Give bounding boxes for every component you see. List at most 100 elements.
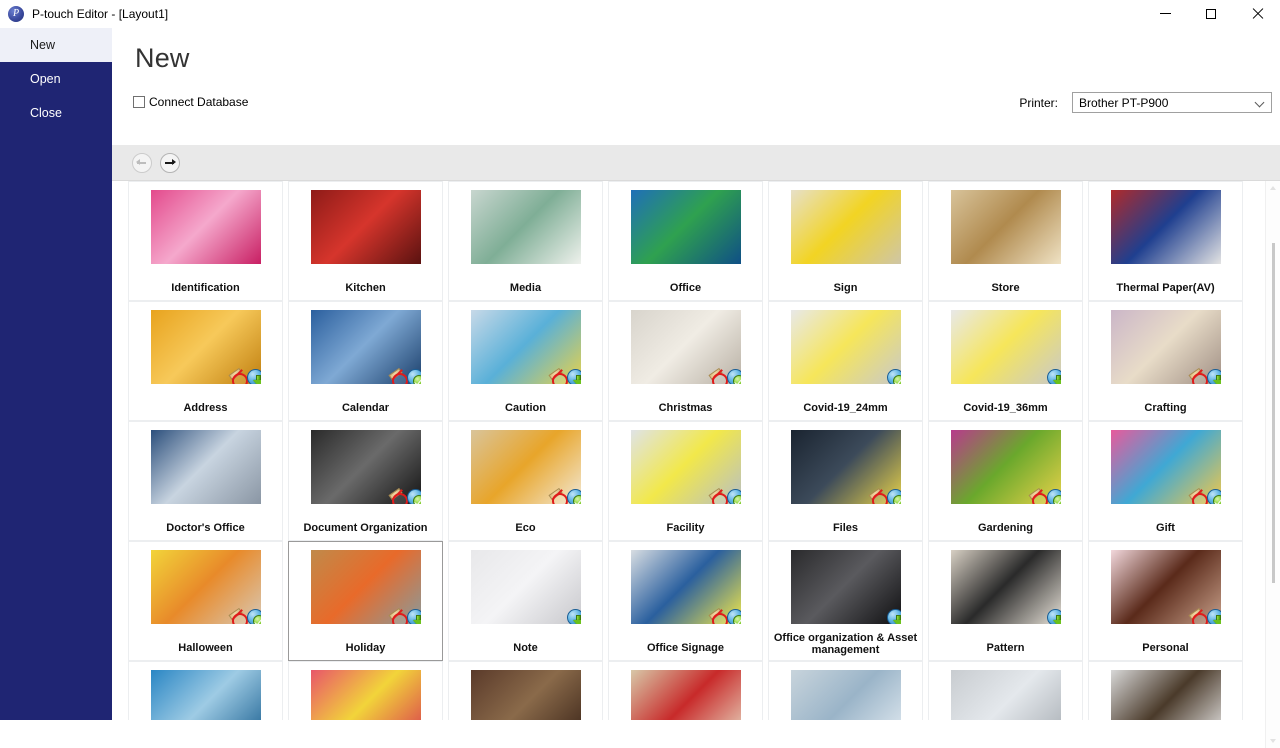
category-tile[interactable]: Address	[128, 301, 283, 421]
window-controls	[1142, 0, 1280, 28]
sidebar-item-close[interactable]: Close	[0, 96, 112, 130]
sidebar: New Open Close	[0, 28, 112, 720]
maximize-button[interactable]	[1188, 0, 1234, 28]
badge-group	[1046, 609, 1061, 624]
category-tile[interactable]: Covid-19_36mm	[928, 301, 1083, 421]
category-tile[interactable]: Caution	[448, 301, 603, 421]
thumbnail-image	[150, 430, 261, 504]
category-tile[interactable]: Files	[768, 421, 923, 541]
category-thumbnail	[1110, 670, 1221, 720]
thumbnail-image	[150, 190, 261, 264]
category-tile[interactable]: Thermal Paper(AV)	[1088, 181, 1243, 301]
thumbnail-image	[790, 190, 901, 264]
category-tile[interactable]: Store	[928, 181, 1083, 301]
category-tile[interactable]: Note	[448, 541, 603, 661]
category-tile[interactable]	[608, 661, 763, 720]
category-tile[interactable]: Media	[448, 181, 603, 301]
downloaded-check-icon	[1046, 489, 1061, 504]
minimize-button[interactable]	[1142, 0, 1188, 28]
sidebar-item-open[interactable]: Open	[0, 62, 112, 96]
close-icon	[1252, 8, 1263, 19]
connect-database-row[interactable]: Connect Database	[133, 95, 248, 109]
category-label: Crafting	[1144, 402, 1187, 414]
category-tile[interactable]	[128, 661, 283, 720]
category-label: Eco	[515, 522, 536, 534]
forward-button[interactable]	[160, 152, 180, 173]
downloaded-check-icon	[246, 609, 261, 624]
category-label: Halloween	[178, 642, 233, 654]
scrollbar-thumb[interactable]	[1272, 243, 1275, 583]
vertical-scrollbar[interactable]	[1265, 181, 1280, 748]
category-tile[interactable]: Crafting	[1088, 301, 1243, 421]
category-label: Address	[183, 402, 228, 414]
scroll-up-button[interactable]	[1266, 181, 1280, 196]
printer-select[interactable]: Brother PT-P900	[1072, 92, 1272, 113]
category-tile[interactable]	[288, 661, 443, 720]
category-thumbnail	[790, 670, 901, 720]
category-tile[interactable]: Pattern	[928, 541, 1083, 661]
category-tile[interactable]: Gardening	[928, 421, 1083, 541]
no-edit-icon	[709, 489, 728, 504]
close-button[interactable]	[1234, 0, 1280, 28]
category-tile[interactable]: Sign	[768, 181, 923, 301]
category-tile[interactable]: Personal	[1088, 541, 1243, 661]
no-edit-icon	[1189, 369, 1208, 384]
scroll-down-button[interactable]	[1266, 733, 1280, 748]
category-tile[interactable]: Holiday	[288, 541, 443, 661]
no-edit-icon	[869, 489, 888, 504]
category-label: Holiday	[345, 642, 386, 654]
badge-group	[1029, 489, 1061, 504]
category-tile[interactable]: Facility	[608, 421, 763, 541]
sidebar-item-new[interactable]: New	[0, 28, 112, 62]
category-tile[interactable]: Document Organization	[288, 421, 443, 541]
badge-group	[549, 489, 581, 504]
category-tile[interactable]: Doctor's Office	[128, 421, 283, 541]
category-tile[interactable]	[1088, 661, 1243, 720]
download-icon	[246, 369, 261, 384]
page-title: New	[135, 43, 190, 73]
category-thumbnail	[630, 310, 741, 384]
category-tile[interactable]: Identification	[128, 181, 283, 301]
category-tile[interactable]: Christmas	[608, 301, 763, 421]
badge-group	[1189, 489, 1221, 504]
connect-database-checkbox[interactable]	[133, 96, 145, 108]
thumbnail-image	[1110, 670, 1221, 720]
category-thumbnail	[950, 190, 1061, 264]
printer-row: Printer: Brother PT-P900	[1019, 92, 1272, 113]
category-label: Calendar	[341, 402, 390, 414]
category-tile[interactable]: Office organization & Asset management	[768, 541, 923, 661]
download-icon	[1206, 609, 1221, 624]
category-tile[interactable]: Office	[608, 181, 763, 301]
badge-group	[1189, 369, 1221, 384]
category-tile[interactable]: Halloween	[128, 541, 283, 661]
category-thumbnail	[310, 550, 421, 624]
badge-group	[869, 489, 901, 504]
category-label: Thermal Paper(AV)	[1116, 282, 1215, 294]
back-button[interactable]	[132, 152, 152, 173]
downloaded-check-icon	[886, 369, 901, 384]
downloaded-check-icon	[1206, 489, 1221, 504]
category-label: Doctor's Office	[166, 522, 245, 534]
category-tile[interactable]: Office Signage	[608, 541, 763, 661]
category-tile[interactable]: Gift	[1088, 421, 1243, 541]
ptouch-app-icon	[8, 5, 24, 22]
category-tile[interactable]	[928, 661, 1083, 720]
category-tile[interactable]: Eco	[448, 421, 603, 541]
category-tile[interactable]: Kitchen	[288, 181, 443, 301]
thumbnail-image	[470, 190, 581, 264]
category-tile[interactable]	[448, 661, 603, 720]
badge-group	[709, 609, 741, 624]
no-edit-icon	[549, 489, 568, 504]
category-grid-container: Identification Kitchen Media Office Sign Stor…	[112, 181, 1280, 720]
category-tile[interactable]	[768, 661, 923, 720]
triangle-down-icon	[1270, 739, 1276, 743]
badge-group	[886, 369, 901, 384]
download-icon	[566, 609, 581, 624]
main-content: New Connect Database Printer: Brother PT…	[112, 28, 1280, 748]
badge-group	[389, 489, 421, 504]
no-edit-icon	[549, 369, 568, 384]
badge-group	[229, 609, 261, 624]
category-label: Store	[991, 282, 1020, 294]
category-tile[interactable]: Calendar	[288, 301, 443, 421]
category-tile[interactable]: Covid-19_24mm	[768, 301, 923, 421]
